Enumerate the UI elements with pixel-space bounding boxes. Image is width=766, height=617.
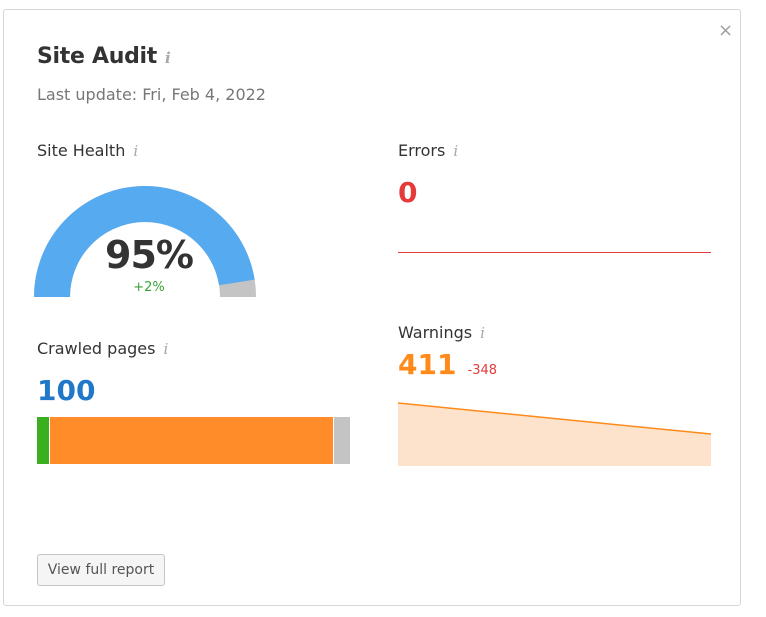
widget-title: Site Audit i <box>37 44 171 69</box>
errors-label: Errors i <box>398 141 458 160</box>
info-icon[interactable]: i <box>163 340 168 358</box>
warnings-trend-chart <box>398 402 711 466</box>
errors-trend-line <box>398 252 711 253</box>
errors-value[interactable]: 0 <box>398 176 417 209</box>
warnings-value[interactable]: 411 <box>398 348 456 381</box>
crawled-pages-label-text: Crawled pages <box>37 339 156 358</box>
info-icon[interactable]: i <box>165 49 171 67</box>
crawled-segment-other[interactable] <box>334 417 351 464</box>
crawled-segment-issues[interactable] <box>50 417 335 464</box>
warnings-value-row: 411 -348 <box>398 348 497 381</box>
site-health-change: +2% <box>133 280 165 295</box>
warnings-change: -348 <box>467 363 498 378</box>
warnings-label: Warnings i <box>398 323 485 342</box>
widget-title-text: Site Audit <box>37 44 157 69</box>
close-icon[interactable]: × <box>718 22 733 40</box>
site-audit-widget: × Site Audit i Last update: Fri, Feb 4, 2… <box>3 9 741 606</box>
site-health-label-text: Site Health <box>37 141 126 160</box>
warnings-label-text: Warnings <box>398 323 473 342</box>
warnings-trend-area <box>398 403 711 466</box>
info-icon[interactable]: i <box>453 142 458 160</box>
view-full-report-button[interactable]: View full report <box>37 554 165 586</box>
last-update-text: Last update: Fri, Feb 4, 2022 <box>37 85 266 104</box>
crawled-pages-label: Crawled pages i <box>37 339 168 358</box>
crawled-pages-bar <box>37 417 351 464</box>
info-icon[interactable]: i <box>133 142 138 160</box>
crawled-segment-healthy[interactable] <box>37 417 51 464</box>
info-icon[interactable]: i <box>480 324 485 342</box>
crawled-pages-value[interactable]: 100 <box>37 374 95 407</box>
errors-label-text: Errors <box>398 141 446 160</box>
site-health-label: Site Health i <box>37 141 138 160</box>
site-health-value: 95% <box>105 233 194 277</box>
